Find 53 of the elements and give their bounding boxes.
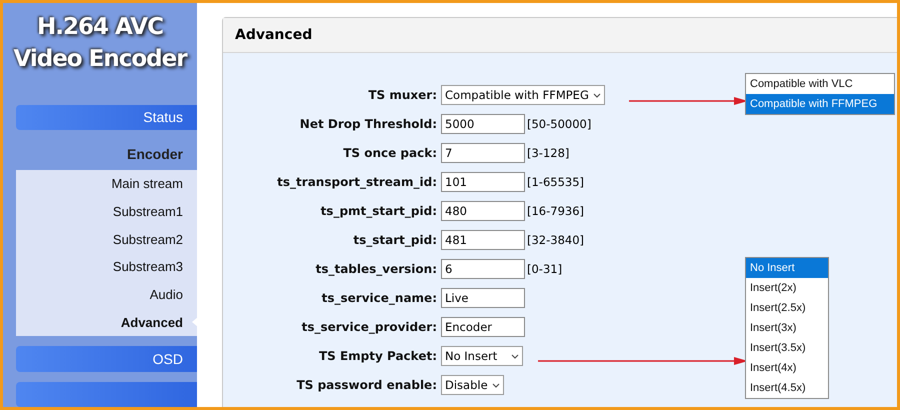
- field-label: Net Drop Threshold:: [298, 117, 437, 131]
- input-field[interactable]: 5000: [441, 114, 525, 134]
- dropdown-option[interactable]: Insert(2.5x): [746, 298, 828, 318]
- range-hint: [32-3840]: [527, 233, 584, 247]
- input-field[interactable]: 101: [441, 172, 525, 192]
- field-label: TS once pack:: [342, 146, 437, 160]
- menu-button[interactable]: OSD: [16, 346, 197, 372]
- submenu-item[interactable]: Substream1: [16, 197, 197, 226]
- field-label: TS Empty Packet:: [318, 349, 437, 363]
- dropdown-option[interactable]: Insert(2x): [746, 278, 828, 298]
- range-hint: [50-50000]: [527, 117, 592, 131]
- field-label: ts_start_pid:: [352, 233, 437, 247]
- submenu-item[interactable]: Advanced: [16, 308, 197, 336]
- dropdown-option[interactable]: Insert(3.5x): [746, 338, 828, 358]
- dropdown-option[interactable]: Insert(4x): [746, 358, 828, 378]
- range-hint: [0-31]: [527, 262, 562, 276]
- field-label: TS muxer:: [367, 88, 437, 102]
- field-label: ts_service_provider:: [300, 320, 437, 334]
- chevron-icon: [592, 92, 601, 98]
- chevron-icon: [492, 382, 500, 388]
- pointer-icon: [192, 317, 198, 328]
- input-field[interactable]: 481: [441, 230, 525, 250]
- panel-title: Advanced: [223, 18, 897, 53]
- menu-button[interactable]: Status: [16, 104, 197, 130]
- dropdown[interactable]: Compatible with FFMPEG: [441, 85, 605, 105]
- chevron-icon: [511, 354, 519, 358]
- input-field[interactable]: 480: [441, 201, 525, 221]
- field-label: ts_service_name:: [320, 291, 437, 305]
- dropdown[interactable]: No Insert: [441, 346, 523, 366]
- range-hint: [3-128]: [527, 146, 570, 160]
- dropdown-option[interactable]: No Insert: [746, 258, 828, 278]
- field-label: TS password enable:: [296, 378, 437, 392]
- submenu-item[interactable]: Substream3: [16, 252, 197, 281]
- dropdown-option[interactable]: Compatible with FFMPEG: [746, 94, 894, 114]
- input-field[interactable]: 6: [441, 259, 525, 279]
- input-field[interactable]: Encoder: [441, 317, 525, 337]
- field-label: ts_transport_stream_id:: [276, 175, 437, 189]
- app-title: H.264 AVC Video Encoder: [12, 13, 188, 74]
- dropdown-option[interactable]: Insert(3x): [746, 318, 828, 338]
- dropdown-option[interactable]: Compatible with VLC: [746, 74, 894, 94]
- submenu-item[interactable]: Audio: [16, 280, 197, 309]
- input-field[interactable]: 7: [441, 143, 525, 163]
- menu-button[interactable]: [16, 382, 197, 407]
- submenu-item[interactable]: Main stream: [16, 170, 197, 198]
- field-label: ts_pmt_start_pid:: [320, 204, 437, 218]
- menu-header[interactable]: Encoder: [16, 138, 197, 170]
- input-field[interactable]: Live: [441, 288, 525, 308]
- range-hint: [16-7936]: [527, 204, 584, 218]
- field-label: ts_tables_version:: [314, 262, 437, 276]
- submenu-item[interactable]: Substream2: [16, 225, 197, 253]
- dropdown-option[interactable]: Insert(4.5x): [746, 378, 828, 398]
- range-hint: [1-65535]: [527, 175, 584, 189]
- dropdown[interactable]: Disable: [441, 375, 504, 395]
